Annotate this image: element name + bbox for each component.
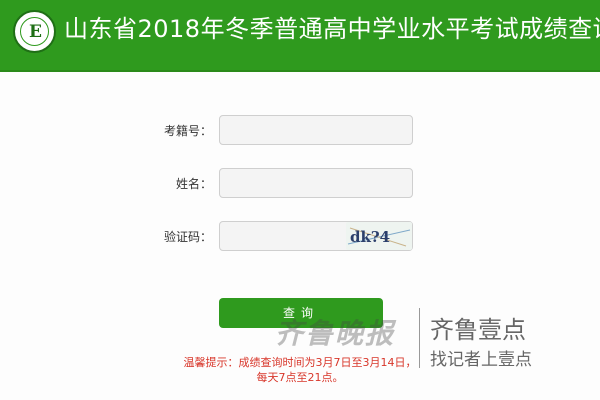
captcha-graphic: dk?4 [347, 227, 411, 247]
logo-emblem: E [13, 10, 56, 53]
logo-inner-ring: E [20, 17, 49, 46]
notice-text: 温馨提示：成绩查询时间为3月7日至3月14日， 每天7点至21点。 [180, 355, 420, 385]
captcha-label: 验证码： [163, 230, 212, 244]
exam-number-label: 考籍号： [163, 124, 212, 138]
logo-letter: E [29, 22, 42, 42]
notice-line-2: 每天7点至21点。 [256, 371, 344, 384]
page: E 山东省2018年冬季普通高中学业水平考试成绩查询 考籍号： 姓名： 验证码：… [0, 0, 600, 400]
watermark-left: 齐鲁晚报 [275, 317, 396, 350]
captcha-image[interactable]: dk?4 [346, 222, 412, 250]
header-bar: E 山东省2018年冬季普通高中学业水平考试成绩查询 [0, 0, 600, 72]
name-input[interactable] [219, 168, 413, 198]
watermark-divider [419, 308, 420, 368]
watermark-right-bottom: 找记者上壹点 [430, 350, 532, 370]
captcha-text: dk?4 [350, 228, 390, 246]
notice-line-1: 温馨提示：成绩查询时间为3月7日至3月14日， [183, 356, 417, 369]
exam-number-input[interactable] [219, 115, 413, 145]
watermark-right-top: 齐鲁壹点 [430, 316, 526, 344]
name-label: 姓名： [175, 177, 212, 191]
page-title: 山东省2018年冬季普通高中学业水平考试成绩查询 [64, 15, 600, 43]
